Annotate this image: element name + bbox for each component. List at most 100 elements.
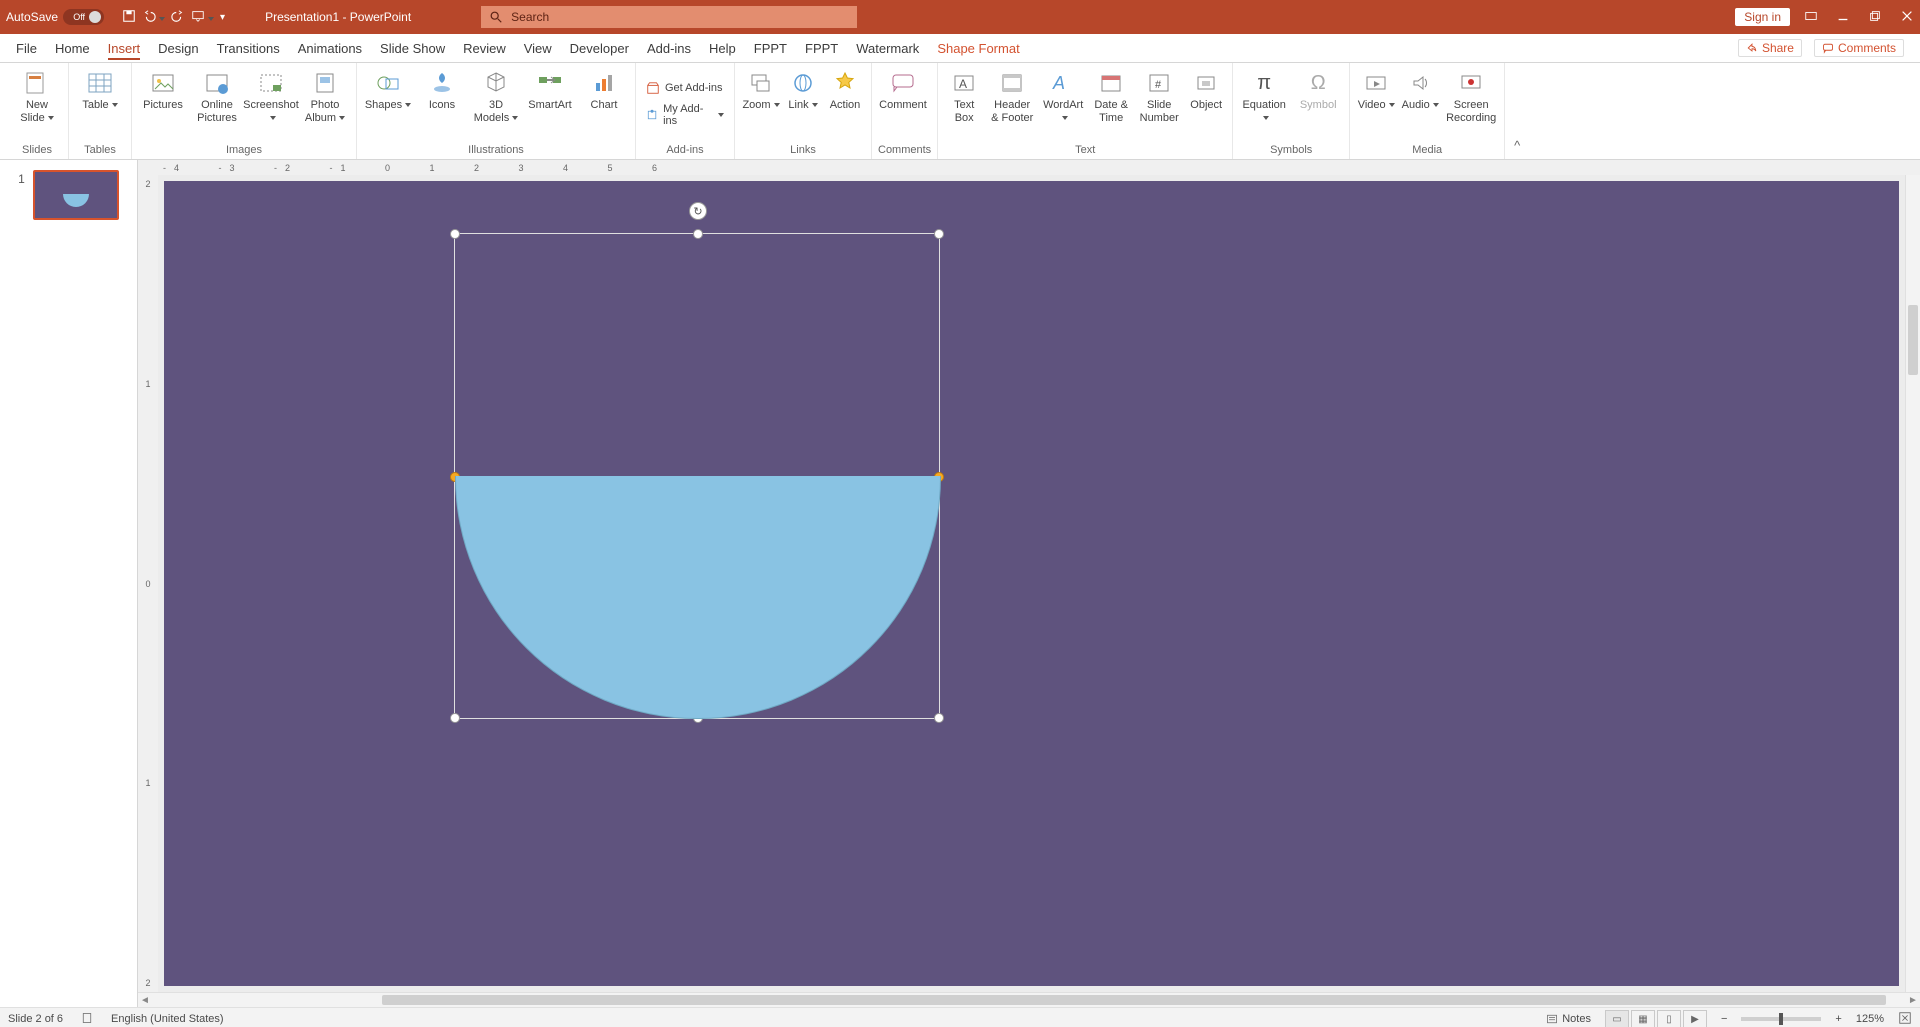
slide-number-button[interactable]: # SlideNumber xyxy=(1136,67,1182,125)
tab-file[interactable]: File xyxy=(16,37,37,60)
tab-slideshow[interactable]: Slide Show xyxy=(380,37,445,60)
tab-fppt[interactable]: FPPT xyxy=(754,37,787,60)
fit-to-window-icon[interactable] xyxy=(1898,1011,1912,1027)
notes-button[interactable]: Notes xyxy=(1546,1013,1591,1025)
shapes-button[interactable]: Shapes xyxy=(363,67,413,112)
thumbnail-row[interactable]: 1 xyxy=(18,170,119,220)
slide-canvas[interactable] xyxy=(164,181,1899,986)
scroll-left-icon[interactable]: ◄ xyxy=(138,995,152,1006)
present-from-start-icon[interactable] xyxy=(191,9,214,26)
resize-handle[interactable] xyxy=(693,229,703,239)
resize-handle[interactable] xyxy=(934,229,944,239)
table-button[interactable]: Table xyxy=(75,67,125,112)
zoom-slider[interactable] xyxy=(1741,1017,1821,1021)
photo-album-button[interactable]: PhotoAlbum xyxy=(300,67,350,125)
tab-fppt2[interactable]: FPPT xyxy=(805,37,838,60)
tab-home[interactable]: Home xyxy=(55,37,90,60)
header-footer-button[interactable]: Header& Footer xyxy=(988,67,1036,125)
autosave-toggle[interactable]: AutoSave Off xyxy=(6,9,104,25)
resize-handle[interactable] xyxy=(450,713,460,723)
tab-help[interactable]: Help xyxy=(709,37,736,60)
3d-models-button[interactable]: 3DModels xyxy=(471,67,521,125)
smartart-button[interactable]: SmartArt xyxy=(525,67,575,112)
tab-watermark[interactable]: Watermark xyxy=(856,37,919,60)
chart-button[interactable]: Chart xyxy=(579,67,629,112)
video-button[interactable]: Video xyxy=(1356,67,1396,112)
tab-shape-format[interactable]: Shape Format xyxy=(937,37,1019,60)
group-illustrations: Shapes Icons 3DModels SmartArt Chart Ill… xyxy=(357,63,636,159)
link-button[interactable]: Link xyxy=(785,67,821,112)
slide-count[interactable]: Slide 2 of 6 xyxy=(8,1013,63,1025)
date-time-button[interactable]: Date &Time xyxy=(1090,67,1132,125)
slideshow-view-icon[interactable]: ▶ xyxy=(1683,1010,1707,1027)
comments-button[interactable]: Comments xyxy=(1814,39,1904,57)
normal-view-icon[interactable]: ▭ xyxy=(1605,1010,1629,1027)
new-slide-button[interactable]: NewSlide xyxy=(12,67,62,125)
tab-addins[interactable]: Add-ins xyxy=(647,37,691,60)
get-addins-button[interactable]: Get Add-ins xyxy=(642,75,728,101)
tab-design[interactable]: Design xyxy=(158,37,198,60)
tab-animations[interactable]: Animations xyxy=(298,37,362,60)
accessibility-icon[interactable] xyxy=(81,1012,93,1027)
slide-edit-surface[interactable] xyxy=(158,175,1905,992)
zoom-out-icon[interactable]: − xyxy=(1721,1013,1727,1025)
object-button[interactable]: Object xyxy=(1186,67,1226,112)
autosave-switch[interactable]: Off xyxy=(63,9,104,25)
store-icon xyxy=(646,81,660,95)
reading-view-icon[interactable]: ▯ xyxy=(1657,1010,1681,1027)
restore-icon[interactable] xyxy=(1868,9,1882,26)
tab-developer[interactable]: Developer xyxy=(570,37,629,60)
screenshot-button[interactable]: Screenshot xyxy=(246,67,296,125)
symbol-button: Ω Symbol xyxy=(1293,67,1343,112)
screen-recording-button[interactable]: ScreenRecording xyxy=(1444,67,1498,125)
scrollbar-thumb[interactable] xyxy=(1908,305,1918,375)
thumbnail-pane[interactable]: 1 xyxy=(0,160,138,1007)
zoom-slider-knob[interactable] xyxy=(1779,1013,1783,1025)
collapse-ribbon-icon[interactable]: ^ xyxy=(1505,63,1529,159)
group-symbols: π Equation Ω Symbol Symbols xyxy=(1233,63,1350,159)
shape-selection-box[interactable] xyxy=(454,233,940,719)
horizontal-scrollbar[interactable]: ◄ ► xyxy=(138,992,1920,1007)
audio-button[interactable]: Audio xyxy=(1400,67,1440,112)
comment-button[interactable]: Comment xyxy=(878,67,928,112)
redo-icon[interactable] xyxy=(171,9,185,26)
zoom-level[interactable]: 125% xyxy=(1856,1013,1884,1025)
tab-view[interactable]: View xyxy=(524,37,552,60)
minimize-icon[interactable] xyxy=(1836,9,1850,26)
online-pictures-button[interactable]: OnlinePictures xyxy=(192,67,242,125)
close-icon[interactable] xyxy=(1900,9,1914,26)
resize-handle[interactable] xyxy=(934,713,944,723)
undo-icon[interactable] xyxy=(142,9,165,26)
my-addins-button[interactable]: My Add-ins xyxy=(642,102,728,128)
resize-handle[interactable] xyxy=(450,229,460,239)
ruler-vertical[interactable]: 2 1 0 1 2 xyxy=(138,175,158,992)
tab-transitions[interactable]: Transitions xyxy=(217,37,280,60)
tab-insert[interactable]: Insert xyxy=(108,37,141,60)
ruler-horizontal[interactable]: -4 -3 -2 -1 0 1 2 3 4 5 6 xyxy=(138,160,1920,175)
search-input[interactable]: Search xyxy=(481,6,857,28)
slide-thumbnail[interactable] xyxy=(33,170,119,220)
sorter-view-icon[interactable]: ▦ xyxy=(1631,1010,1655,1027)
action-button[interactable]: Action xyxy=(825,67,865,112)
pictures-button[interactable]: Pictures xyxy=(138,67,188,112)
equation-button[interactable]: π Equation xyxy=(1239,67,1289,125)
vertical-scrollbar[interactable] xyxy=(1905,175,1920,992)
scroll-right-icon[interactable]: ► xyxy=(1906,995,1920,1006)
language-status[interactable]: English (United States) xyxy=(111,1013,224,1025)
svg-text:#: # xyxy=(1155,79,1162,91)
scroll-track[interactable] xyxy=(152,995,1906,1005)
wordart-button[interactable]: A WordArt xyxy=(1040,67,1086,125)
text-box-button[interactable]: A TextBox xyxy=(944,67,984,125)
half-circle-shape[interactable] xyxy=(455,476,941,719)
rotation-handle-icon[interactable] xyxy=(689,202,707,220)
save-icon[interactable] xyxy=(122,9,136,26)
slide-number-label: SlideNumber xyxy=(1140,99,1179,125)
scrollbar-thumb[interactable] xyxy=(382,995,1886,1005)
sign-in-button[interactable]: Sign in xyxy=(1735,8,1790,26)
share-button[interactable]: Share xyxy=(1738,39,1802,57)
zoom-in-icon[interactable]: + xyxy=(1835,1013,1841,1025)
icons-button[interactable]: Icons xyxy=(417,67,467,112)
ribbon-display-icon[interactable] xyxy=(1804,9,1818,26)
tab-review[interactable]: Review xyxy=(463,37,506,60)
zoom-button[interactable]: Zoom xyxy=(741,67,781,112)
